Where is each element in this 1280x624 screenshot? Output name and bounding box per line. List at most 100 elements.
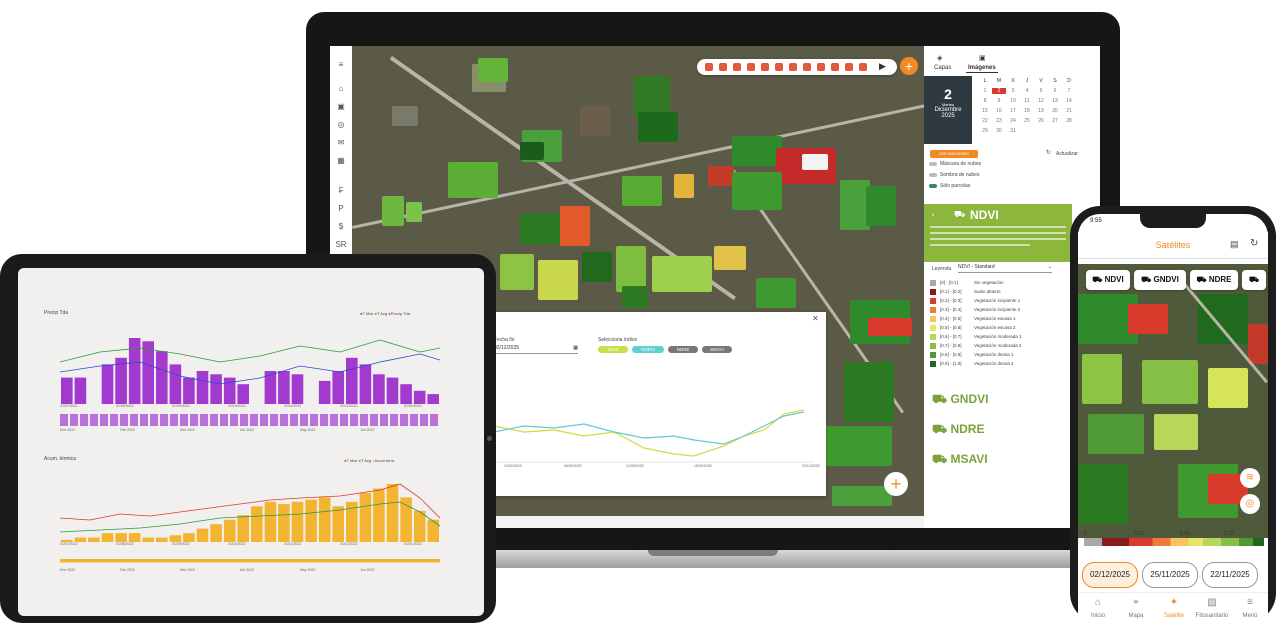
- field-parcel[interactable]: [622, 286, 648, 308]
- field-parcel[interactable]: [582, 252, 612, 282]
- chart-bar[interactable]: [359, 492, 372, 542]
- chart-bar[interactable]: [427, 394, 439, 404]
- chart-bar[interactable]: [332, 371, 344, 404]
- calendar-day[interactable]: 3: [1006, 88, 1020, 94]
- toggle-switch[interactable]: [929, 173, 937, 177]
- layers-icon[interactable]: [719, 63, 727, 71]
- home-icon[interactable]: ⌂: [334, 84, 348, 94]
- field-parcel[interactable]: [448, 162, 498, 198]
- chart-bar[interactable]: [386, 377, 399, 404]
- parking-icon[interactable]: P: [334, 204, 348, 214]
- field-parcel[interactable]: [732, 172, 782, 210]
- calendar-day[interactable]: 9: [992, 98, 1006, 104]
- play-icon[interactable]: ▶: [879, 61, 886, 72]
- field-parcel[interactable]: [406, 202, 422, 222]
- chart-bar[interactable]: [169, 364, 182, 404]
- chart-bar[interactable]: [237, 384, 249, 404]
- field-parcel[interactable]: [822, 426, 892, 466]
- marker-icon[interactable]: [775, 63, 783, 71]
- calendar-day[interactable]: 17: [1006, 108, 1020, 114]
- chip-msavi[interactable]: MSAVI: [702, 346, 732, 353]
- calendar-day[interactable]: 25: [1020, 118, 1034, 124]
- nav-menu[interactable]: Menú: [1232, 613, 1268, 619]
- date-chip-selected[interactable]: 02/12/2025: [1082, 562, 1138, 588]
- field-parcel[interactable]: [520, 214, 560, 244]
- field-parcel[interactable]: [1128, 304, 1168, 334]
- pill-ndvi[interactable]: ⛟ NDVI: [1086, 270, 1130, 290]
- field-parcel[interactable]: [1208, 368, 1248, 408]
- chart-bar[interactable]: [101, 364, 114, 404]
- chart-bar[interactable]: [183, 533, 195, 542]
- refresh-label[interactable]: Actualizar: [1056, 151, 1078, 157]
- chart-bar[interactable]: [237, 515, 249, 542]
- calendar-day[interactable]: 10: [1006, 98, 1020, 104]
- msavi-link[interactable]: ⛟ MSAVI: [932, 452, 988, 468]
- calendar-day[interactable]: 28: [1062, 118, 1076, 124]
- field-parcel[interactable]: [634, 76, 670, 116]
- toggle-switch[interactable]: [929, 162, 937, 166]
- nav-fitosanitario[interactable]: Fitosanitario: [1194, 613, 1230, 619]
- chart-bar[interactable]: [291, 501, 304, 542]
- back-icon[interactable]: ‹: [932, 210, 935, 219]
- add-fab-button[interactable]: +: [884, 472, 908, 496]
- calendar-day[interactable]: 1: [978, 88, 992, 94]
- field-parcel[interactable]: [520, 142, 544, 160]
- chart-bar[interactable]: [115, 533, 127, 542]
- calendar-day[interactable]: 30: [992, 128, 1006, 134]
- chart-bar[interactable]: [74, 377, 87, 404]
- refresh-icon[interactable]: ↻: [1046, 149, 1051, 156]
- calendar-day[interactable]: 22: [978, 118, 992, 124]
- date-chip[interactable]: 22/11/2025: [1202, 562, 1258, 588]
- ruler-icon[interactable]: [789, 63, 797, 71]
- zoom-area-icon[interactable]: [733, 63, 741, 71]
- globe-icon[interactable]: ◎: [334, 120, 348, 130]
- field-parcel[interactable]: [1154, 414, 1198, 450]
- calendar-day[interactable]: 15: [978, 108, 992, 114]
- field-parcel[interactable]: [382, 196, 404, 226]
- truck-icon[interactable]: [705, 63, 713, 71]
- field-parcel[interactable]: [708, 166, 734, 186]
- sr-icon[interactable]: SR: [334, 240, 348, 250]
- chart-bar[interactable]: [386, 484, 399, 542]
- tab-capas[interactable]: Capas: [934, 65, 951, 71]
- chart-bar[interactable]: [128, 533, 141, 542]
- calendar-day[interactable]: 8: [978, 98, 992, 104]
- calendar-day[interactable]: 7: [1062, 88, 1076, 94]
- field-parcel[interactable]: [1198, 294, 1248, 344]
- chip-gndvi[interactable]: GNDVI: [632, 346, 664, 353]
- chart-bar[interactable]: [413, 390, 426, 404]
- refresh-icon[interactable]: ↻: [1250, 238, 1258, 249]
- field-parcel[interactable]: [674, 174, 694, 198]
- date-chip[interactable]: 25/11/2025: [1142, 562, 1198, 588]
- field-parcel[interactable]: [1078, 464, 1128, 524]
- chart-bar[interactable]: [183, 377, 195, 404]
- chart-bar[interactable]: [359, 364, 372, 404]
- chart-bar[interactable]: [142, 341, 154, 404]
- chart-bar[interactable]: [156, 351, 168, 404]
- calendar-day[interactable]: 6: [1048, 88, 1062, 94]
- pin-icon[interactable]: [761, 63, 769, 71]
- field-parcel[interactable]: [538, 260, 578, 300]
- nav-inicio[interactable]: Inicio: [1080, 613, 1116, 619]
- book-icon[interactable]: ▤: [1230, 239, 1239, 250]
- chart-bar[interactable]: [278, 504, 290, 542]
- calendar-day[interactable]: 13: [1048, 98, 1062, 104]
- menu-icon[interactable]: ≡: [334, 60, 348, 70]
- pill-more[interactable]: ⛟: [1242, 270, 1266, 290]
- field-parcel[interactable]: [714, 246, 746, 270]
- field-parcel[interactable]: [732, 136, 782, 166]
- chart-bar[interactable]: [346, 357, 358, 404]
- measure-icon[interactable]: [831, 63, 839, 71]
- calendar-day[interactable]: 26: [1034, 118, 1048, 124]
- chart-bar[interactable]: [223, 519, 236, 542]
- filter-icon[interactable]: ₣: [334, 186, 348, 196]
- chart-bar[interactable]: [400, 497, 412, 542]
- chart-bar[interactable]: [101, 533, 114, 542]
- chart-bar[interactable]: [305, 499, 317, 542]
- gndvi-link[interactable]: ⛟ GNDVI: [932, 392, 988, 408]
- chart-bar[interactable]: [210, 374, 222, 404]
- calendar-day[interactable]: 2: [992, 88, 1006, 94]
- print-icon[interactable]: [859, 63, 867, 71]
- chart-bar[interactable]: [251, 506, 263, 542]
- chip-ndre[interactable]: NDRE: [668, 346, 698, 353]
